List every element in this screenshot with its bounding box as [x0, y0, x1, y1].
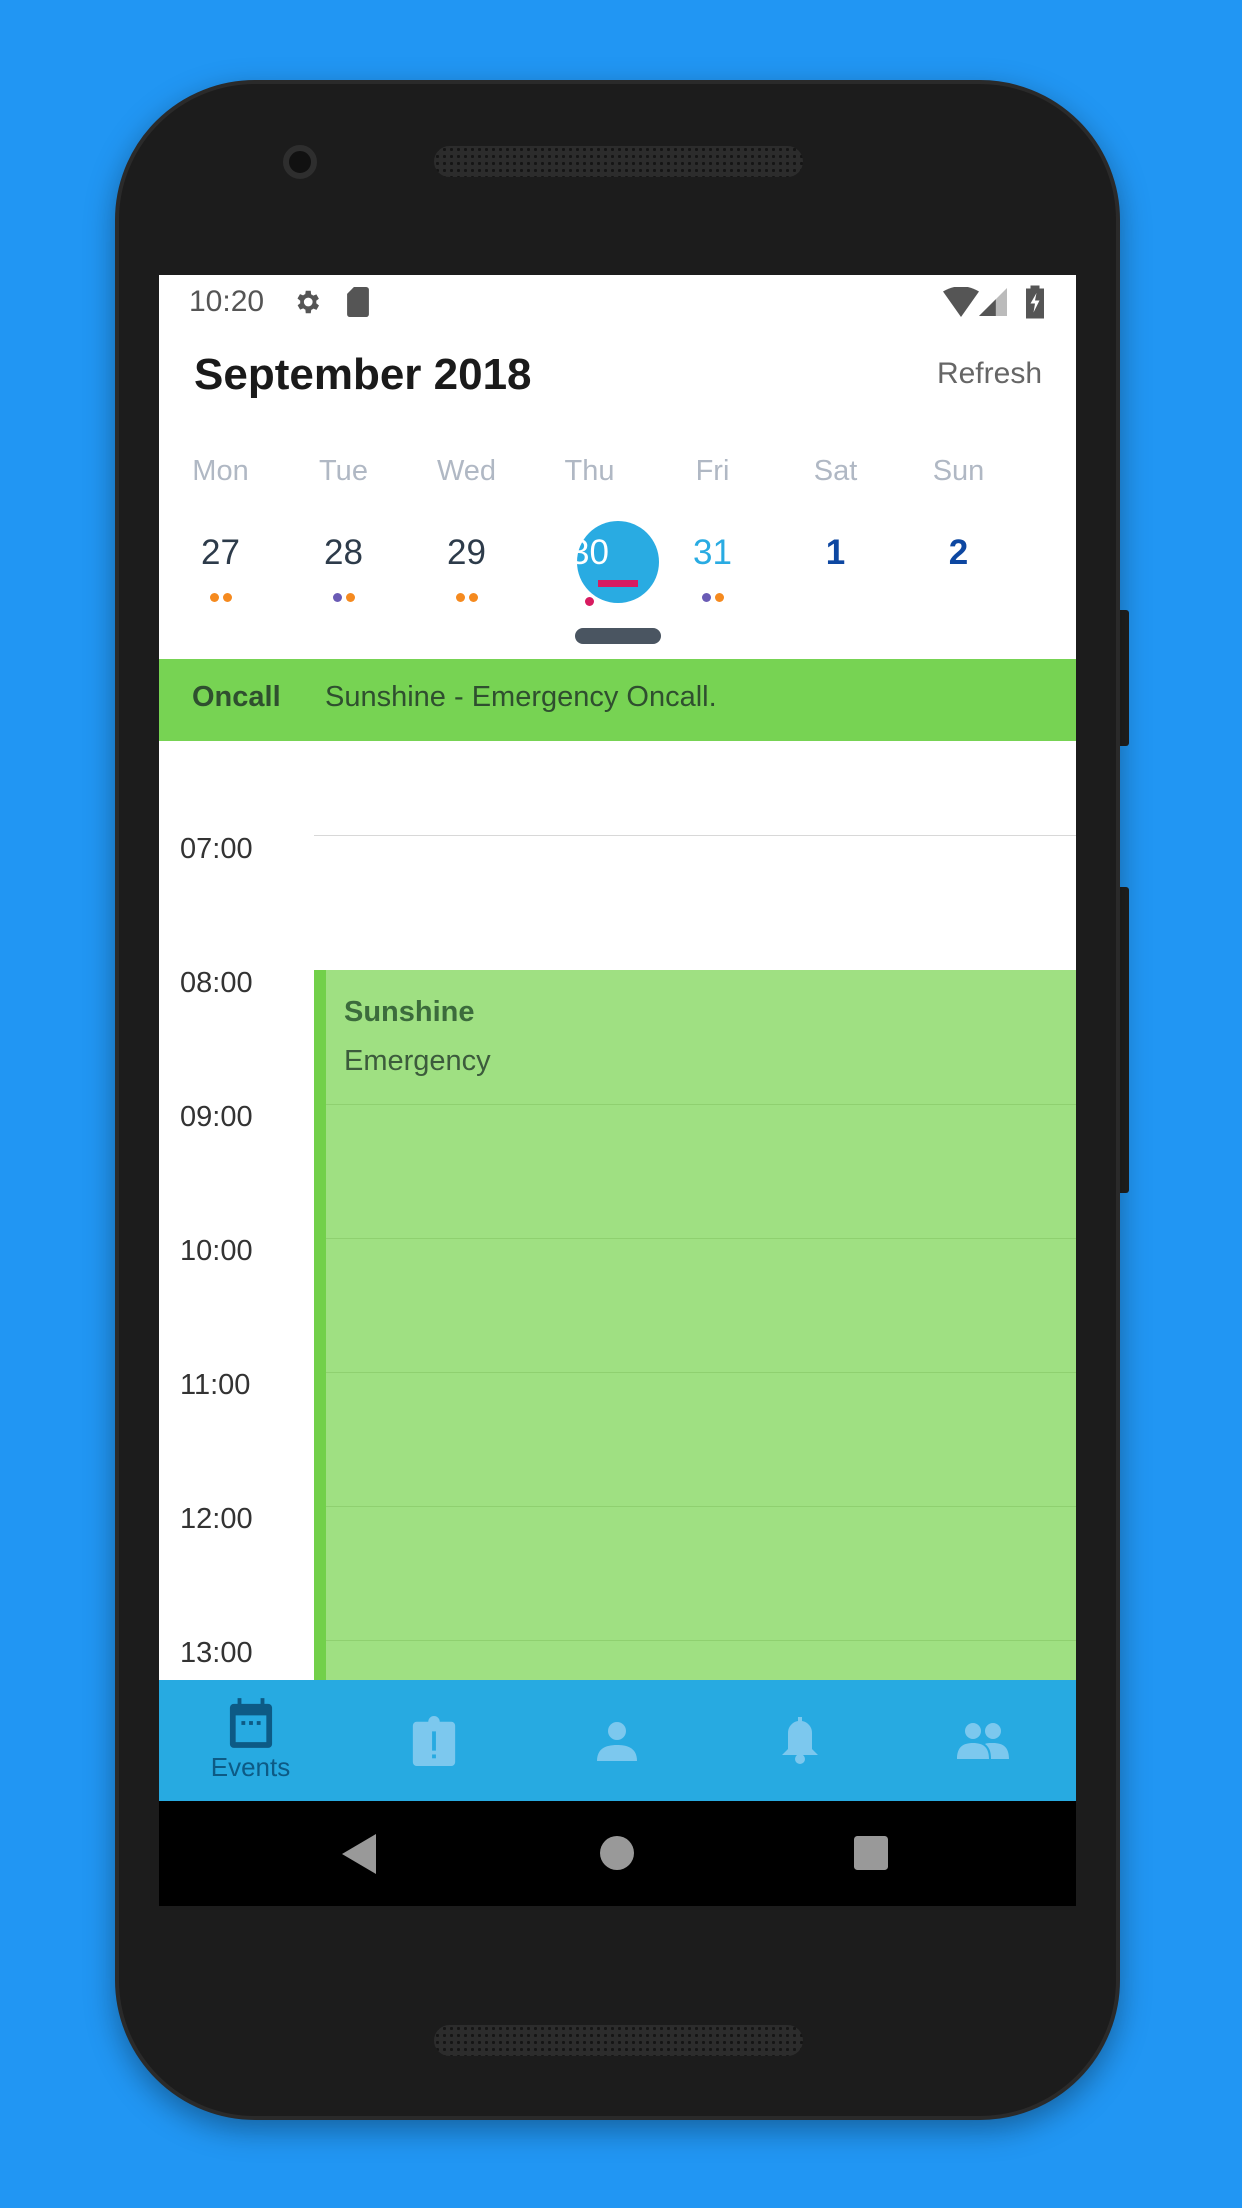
app-screen: 10:20 September 2018 Refresh Mon Tue Wed Th…	[159, 275, 1076, 1906]
page-title: September 2018	[194, 350, 532, 399]
hour-label: 08:00	[180, 967, 253, 999]
status-bar: 10:20	[159, 275, 1076, 331]
weekday-label: Sun	[932, 455, 985, 487]
oncall-banner[interactable]: Oncall Sunshine - Emergency Oncall.	[159, 659, 1076, 741]
weekday-label: Wed	[436, 455, 497, 487]
event-dot	[209, 593, 219, 602]
day-30[interactable]: 30	[528, 533, 651, 573]
nav-events[interactable]: Events	[159, 1680, 342, 1801]
day-27[interactable]: 27	[159, 533, 282, 573]
top-speaker	[434, 146, 803, 177]
wifi-icon	[943, 287, 979, 317]
event-dots	[405, 593, 528, 602]
hour-label: 13:00	[180, 1637, 253, 1669]
nav-alerts[interactable]	[342, 1680, 525, 1801]
hour-label: 09:00	[180, 1101, 253, 1133]
event-dots	[528, 597, 651, 606]
weekday-label: Thu	[564, 455, 615, 487]
oncall-label: Oncall	[192, 681, 281, 713]
hour-line	[314, 835, 1076, 836]
day-28[interactable]: 28	[282, 533, 405, 573]
event-dots	[159, 593, 282, 602]
group-icon	[956, 1722, 1009, 1759]
recents-icon[interactable]	[854, 1836, 888, 1870]
bottom-nav: Events	[159, 1680, 1076, 1801]
expand-handle[interactable]	[575, 628, 661, 644]
hour-label: 12:00	[180, 1503, 253, 1535]
person-icon	[596, 1721, 637, 1761]
oncall-text: Sunshine - Emergency Oncall.	[325, 681, 717, 713]
event-dot	[714, 593, 724, 602]
refresh-button[interactable]: Refresh	[937, 357, 1042, 391]
bottom-speaker	[434, 2025, 803, 2056]
hour-label: 07:00	[180, 833, 253, 865]
bell-icon	[781, 1716, 818, 1764]
today-indicator	[598, 580, 638, 587]
back-icon[interactable]	[342, 1834, 376, 1874]
system-nav-bar	[159, 1801, 1076, 1906]
sd-card-icon	[347, 287, 369, 317]
nav-events-label: Events	[210, 1752, 291, 1782]
status-time: 10:20	[189, 285, 265, 318]
signal-icon	[979, 288, 1007, 316]
day-31[interactable]: 31	[651, 533, 774, 573]
event-block[interactable]: Sunshine Emergency	[314, 970, 1076, 1690]
event-dot	[468, 593, 478, 602]
hour-label: 10:00	[180, 1235, 253, 1267]
event-dot	[332, 593, 342, 602]
nav-notifications[interactable]	[708, 1680, 891, 1801]
weekday-label: Mon	[192, 455, 249, 487]
alert-clipboard-icon	[412, 1715, 455, 1766]
event-dot	[222, 593, 232, 602]
nav-team[interactable]	[891, 1680, 1074, 1801]
event-dots	[651, 593, 774, 602]
day-2[interactable]: 2	[897, 533, 1020, 573]
event-dot	[585, 597, 594, 606]
event-title: Sunshine	[344, 996, 475, 1028]
camera	[283, 145, 317, 179]
event-dot	[455, 593, 465, 602]
day-29[interactable]: 29	[405, 533, 528, 573]
weekday-label: Tue	[319, 455, 368, 487]
nav-profile[interactable]	[525, 1680, 708, 1801]
event-dots	[282, 593, 405, 602]
weekday-label: Sat	[813, 455, 858, 487]
event-dot	[345, 593, 355, 602]
home-icon[interactable]	[600, 1836, 634, 1870]
event-subtitle: Emergency	[344, 1045, 491, 1077]
gear-icon	[297, 290, 319, 314]
hour-label: 11:00	[180, 1369, 251, 1401]
day-1[interactable]: 1	[774, 533, 897, 573]
event-dot	[701, 593, 711, 602]
calendar-icon	[229, 1698, 272, 1748]
battery-charging-icon	[1026, 285, 1044, 319]
weekday-label: Fri	[695, 455, 730, 487]
